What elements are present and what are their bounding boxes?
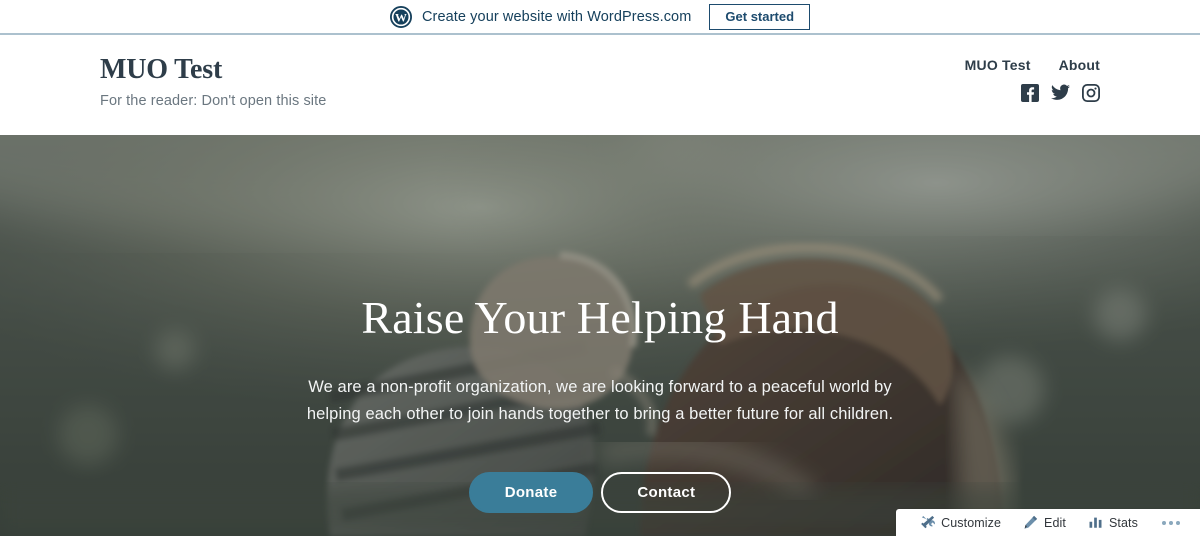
site-tagline: For the reader: Don't open this site (100, 92, 327, 109)
admin-edit-label: Edit (1044, 515, 1066, 530)
wordpress-promo-banner: W Create your website with WordPress.com… (0, 0, 1200, 35)
ellipsis-dot (1162, 520, 1166, 525)
stats-bar-chart-icon (1089, 517, 1102, 528)
facebook-icon[interactable] (1021, 84, 1039, 102)
hero-section: Raise Your Helping Hand We are a non-pro… (0, 135, 1200, 536)
site-branding: MUO Test For the reader: Don't open this… (100, 35, 326, 109)
admin-stats-label: Stats (1109, 515, 1138, 530)
nav-item-muo-test[interactable]: MUO Test (965, 57, 1031, 73)
social-navigation (1021, 84, 1100, 102)
promo-banner-text: Create your website with WordPress.com (421, 8, 692, 25)
nav-item-about[interactable]: About (1059, 57, 1100, 73)
customize-tools-icon (921, 515, 936, 529)
wordpress-admin-bar: Customize Edit Stats (896, 509, 1200, 536)
admin-edit-button[interactable]: Edit (1015, 509, 1074, 536)
ellipsis-icon[interactable] (1152, 509, 1186, 536)
main-navigation: MUO Test About (965, 57, 1100, 73)
admin-stats-button[interactable]: Stats (1080, 509, 1146, 536)
admin-customize-label: Customize (941, 515, 1002, 530)
admin-customize-button[interactable]: Customize (912, 509, 1009, 536)
hero-buttons: Donate Contact (468, 471, 732, 513)
header-inner: MUO Test For the reader: Don't open this… (100, 35, 1100, 135)
get-started-button[interactable]: Get started (709, 3, 811, 30)
hero-content: Raise Your Helping Hand We are a non-pro… (0, 135, 1200, 536)
site-title[interactable]: MUO Test (100, 54, 326, 86)
site-header: MUO Test For the reader: Don't open this… (0, 35, 1200, 135)
ellipsis-dot (1176, 520, 1180, 525)
contact-button[interactable]: Contact (601, 471, 732, 513)
header-right: MUO Test About (965, 35, 1100, 102)
ellipsis-dot (1169, 520, 1173, 525)
twitter-icon[interactable] (1051, 84, 1070, 102)
edit-pencil-icon (1024, 515, 1038, 529)
hero-description: We are a non-profit organization, we are… (306, 377, 894, 424)
hero-title: Raise Your Helping Hand (361, 292, 839, 343)
instagram-icon[interactable] (1082, 84, 1100, 102)
donate-button[interactable]: Donate (468, 471, 594, 513)
svg-text:W: W (395, 10, 407, 24)
wordpress-logo-icon: W (389, 5, 412, 28)
